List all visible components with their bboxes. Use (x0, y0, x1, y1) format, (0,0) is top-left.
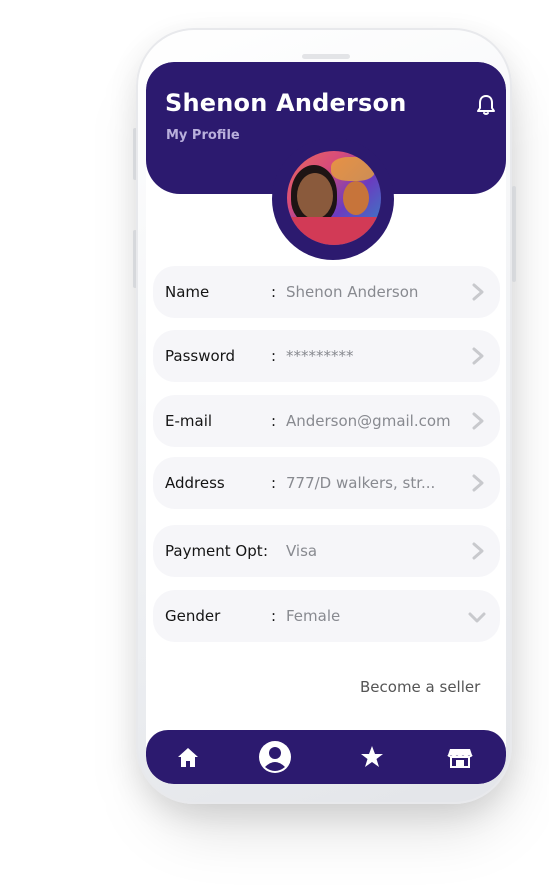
field-row-payment[interactable]: Payment Opt : Visa (153, 525, 500, 577)
avatar[interactable] (287, 151, 381, 245)
power-button (512, 186, 516, 282)
chevron-right-icon[interactable] (471, 346, 485, 366)
avatar-face (297, 173, 333, 219)
avatar-background-face (343, 181, 369, 215)
chevron-down-icon[interactable] (467, 610, 487, 624)
become-seller-link[interactable]: Become a seller (360, 678, 480, 696)
field-row-email[interactable]: E-mail : Anderson@gmail.com (153, 395, 500, 447)
field-value: Shenon Anderson (286, 283, 419, 301)
field-value: Visa (286, 542, 318, 560)
field-separator: : (271, 607, 277, 625)
app-screen: Shenon Anderson My Profile Name : Shenon… (146, 62, 506, 784)
store-icon[interactable] (445, 742, 475, 772)
field-label: Gender (165, 607, 221, 625)
field-label: Address (165, 474, 225, 492)
field-value: Anderson@gmail.com (286, 412, 451, 430)
field-separator: : (271, 283, 277, 301)
avatar-background-art (331, 157, 375, 181)
field-separator: : (271, 412, 277, 430)
page-subtitle: My Profile (166, 128, 240, 143)
field-row-gender[interactable]: Gender : Female (153, 590, 500, 642)
chevron-right-icon[interactable] (471, 473, 485, 493)
field-row-password[interactable]: Password : ********* (153, 330, 500, 382)
bottom-nav (146, 730, 506, 784)
field-value: Female (286, 607, 341, 625)
field-row-address[interactable]: Address : 777/D walkers, str... (153, 457, 500, 509)
chevron-right-icon[interactable] (471, 282, 485, 302)
field-value: ********* (286, 347, 354, 365)
field-label: Name (165, 283, 210, 301)
field-value: 777/D walkers, str... (286, 474, 436, 492)
field-separator: : (271, 474, 277, 492)
star-icon[interactable] (357, 742, 387, 772)
chevron-right-icon[interactable] (471, 541, 485, 561)
avatar-shirt (287, 217, 381, 245)
field-separator: : (263, 542, 269, 560)
chevron-right-icon[interactable] (471, 411, 485, 431)
field-row-name[interactable]: Name : Shenon Anderson (153, 266, 500, 318)
field-label: Password (165, 347, 236, 365)
field-label: E-mail (165, 412, 213, 430)
profile-icon[interactable] (258, 740, 292, 774)
speaker-grille (302, 54, 350, 59)
field-separator: : (271, 347, 277, 365)
field-label: Payment Opt (165, 542, 263, 560)
bell-icon[interactable] (476, 94, 496, 116)
user-name: Shenon Anderson (165, 89, 407, 117)
home-icon[interactable] (173, 742, 203, 772)
